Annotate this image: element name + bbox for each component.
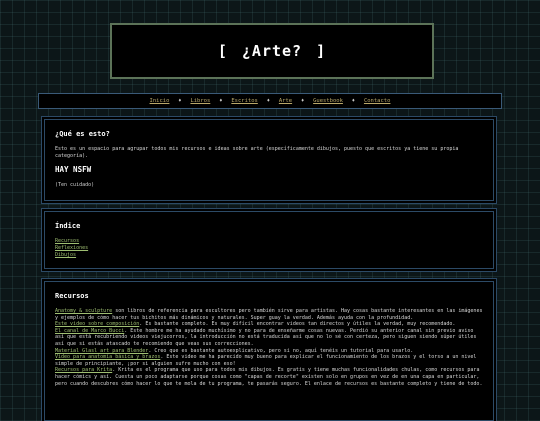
resource-text: . Creo que es bastante autoexplicativo, …	[148, 347, 414, 354]
nav-separator: ♦	[178, 98, 182, 104]
nav-guestbook[interactable]: Guestbook	[313, 98, 343, 104]
nav-inicio[interactable]: Inicio	[150, 98, 170, 104]
resource-link[interactable]: Material Glasl art para Blender	[55, 348, 148, 354]
resources-panel: Recursos Anatomy & sculpture son libros …	[44, 281, 494, 421]
resource-link[interactable]: Este video sobre composición	[55, 321, 139, 327]
nav-separator: ♦	[301, 98, 305, 104]
nav-separator: ♦	[219, 98, 223, 104]
nav-separator: ♦	[351, 98, 355, 104]
site-header: [ ¿Arte? ]	[110, 23, 434, 79]
nav-bar: Inicio ♦ Libros ♦ Escritos ♦ Arte ♦ Gues…	[38, 93, 502, 109]
resource-text: . Es bastante completo. Es muy difícil e…	[139, 321, 456, 328]
resource-entry: Video para anatomía básica y brazos. Est…	[55, 354, 483, 367]
index-link-recursos[interactable]: Recursos	[55, 238, 483, 245]
resources-heading: Recursos	[55, 292, 89, 300]
resource-text: son libros de referencia para escultores…	[55, 308, 483, 321]
resource-link[interactable]: Anatomy & sculpture	[55, 308, 112, 314]
about-heading: ¿Qué es esto?	[55, 130, 110, 138]
nsfw-warning: HAY NSFW	[55, 165, 92, 175]
index-link-reflexiones[interactable]: Reflexiones	[55, 245, 483, 252]
nav-separator: ♦	[266, 98, 270, 104]
nav-arte[interactable]: Arte	[279, 98, 292, 104]
nav-libros[interactable]: Libros	[190, 98, 210, 104]
resource-entry: Este video sobre composición. Es bastant…	[55, 321, 483, 328]
about-body: Esto es un espacio para agrupar todos mi…	[55, 146, 459, 159]
index-panel: Índice Recursos Reflexiones Dibujos	[44, 211, 494, 269]
page-title: [ ¿Arte? ]	[217, 42, 327, 60]
resource-entry: Recursos para Krita. Krita es el program…	[55, 367, 483, 387]
nav-contacto[interactable]: Contacto	[364, 98, 391, 104]
index-link-dibujos[interactable]: Dibujos	[55, 252, 483, 259]
about-panel: ¿Qué es esto? Esto es un espacio para ag…	[44, 119, 494, 201]
resource-text: . Krita es el programa que uso para todo…	[55, 367, 483, 387]
resource-entry: El canal de Marco Bucci. Este hombre me …	[55, 328, 483, 348]
resource-entry: Anatomy & sculpture son libros de refere…	[55, 308, 483, 321]
nav-escritos[interactable]: Escritos	[231, 98, 258, 104]
caution-note: (Ten cuidado)	[55, 182, 95, 189]
resource-link[interactable]: El canal de Marco Bucci	[55, 328, 124, 334]
resource-link[interactable]: Recursos para Krita	[55, 367, 112, 373]
index-heading: Índice	[55, 222, 81, 230]
resource-link[interactable]: Video para anatomía básica y brazos	[55, 354, 160, 360]
